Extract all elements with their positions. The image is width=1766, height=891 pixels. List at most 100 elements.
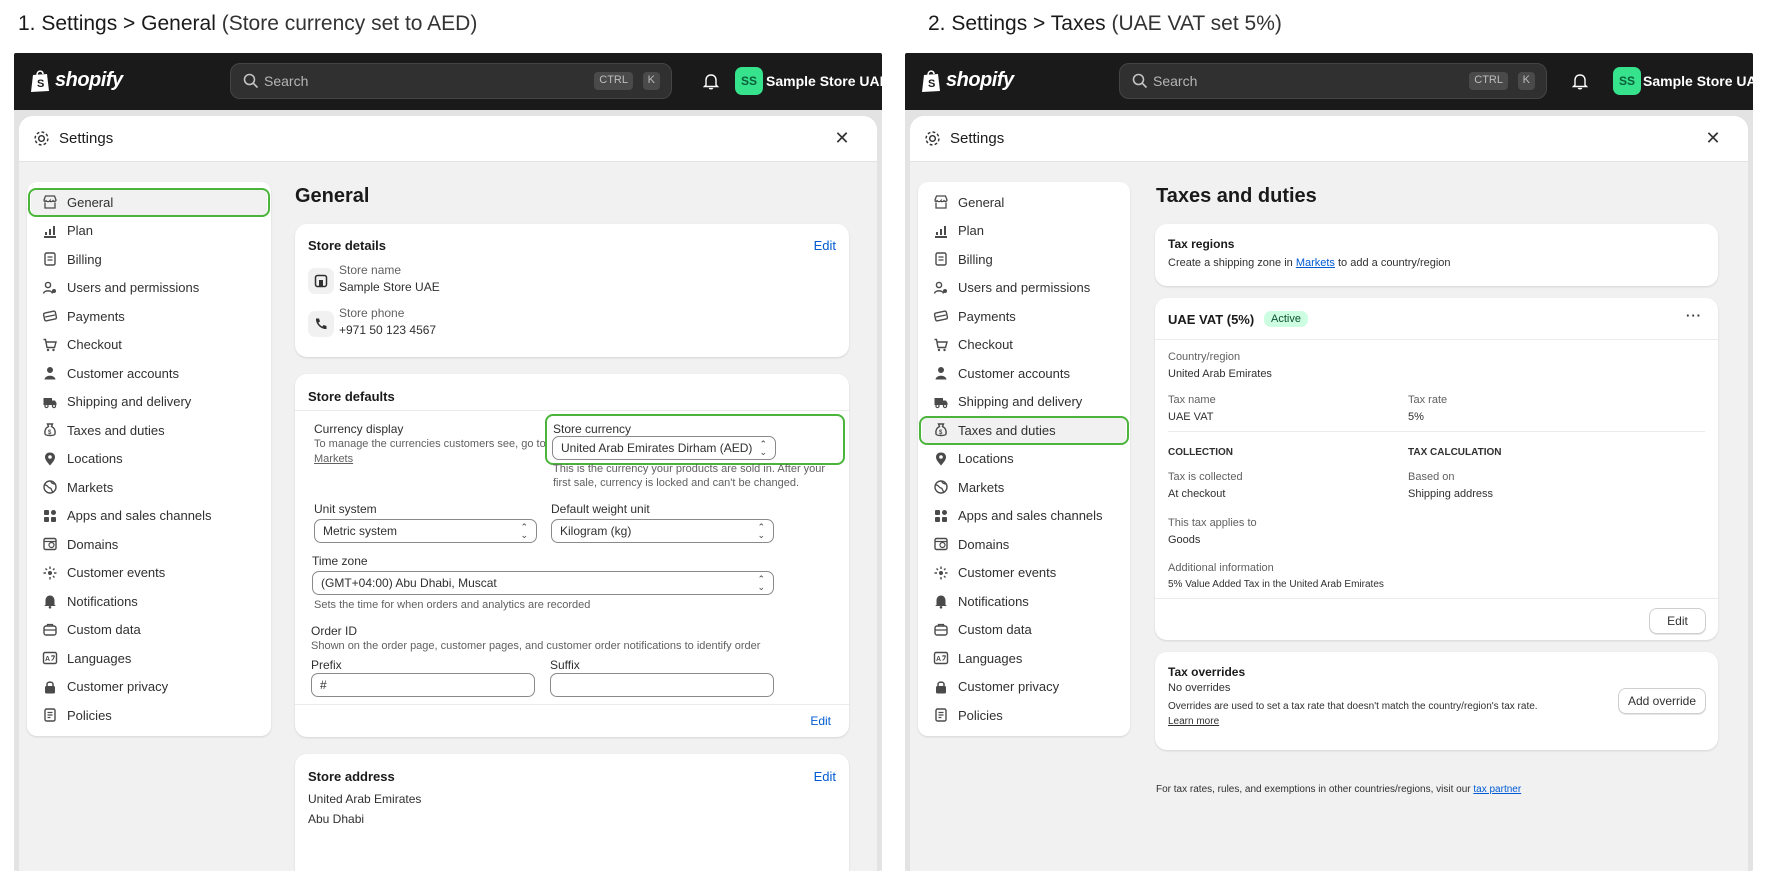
sidebar-item-customer-privacy[interactable]: Customer privacy: [31, 673, 267, 702]
modal-title: Settings: [950, 130, 1005, 147]
billing-icon: [935, 252, 947, 266]
sidebar-item-taxes-and-duties[interactable]: $ Taxes and duties: [31, 416, 267, 445]
markets-link[interactable]: Markets: [314, 453, 353, 465]
sidebar-item-label: Languages: [958, 650, 1023, 666]
sidebar-item-label: Plan: [67, 223, 94, 239]
status-badge: Active: [1264, 311, 1308, 327]
sidebar-item-plan[interactable]: Plan: [922, 217, 1126, 246]
sidebar-item-plan[interactable]: Plan: [31, 217, 267, 246]
apps-icon: [44, 509, 56, 522]
currency-display-help: To manage the currencies customers see, …: [314, 438, 546, 450]
top-bar: S shopify Search CTRL K SS Sample Store …: [14, 53, 882, 110]
domain-icon: [43, 538, 57, 551]
events-icon: [43, 566, 57, 580]
screenshot-general: S shopify Search CTRL K SS Sample Store …: [14, 53, 882, 871]
sidebar-item-users-and-permissions[interactable]: Users and permissions: [31, 274, 267, 303]
markets-link[interactable]: Markets: [1296, 257, 1335, 269]
shopify-logo[interactable]: S shopify: [921, 68, 1014, 93]
store-details-edit-link[interactable]: Edit: [814, 238, 836, 253]
sidebar-item-checkout[interactable]: Checkout: [922, 331, 1126, 360]
tax-name-value: UAE VAT: [1168, 411, 1214, 423]
sidebar-item-apps-and-sales-channels[interactable]: Apps and sales channels: [31, 502, 267, 531]
time-zone-value: (GMT+04:00) Abu Dhabi, Muscat: [321, 576, 497, 590]
sidebar-item-payments[interactable]: Payments: [922, 302, 1126, 331]
users-icon: [933, 281, 947, 294]
sidebar-item-policies[interactable]: Policies: [31, 701, 267, 730]
weight-unit-select[interactable]: Kilogram (kg) ⌃ ⌄: [551, 519, 774, 543]
truck-icon: [43, 397, 57, 408]
sidebar-item-label: Notifications: [67, 593, 138, 609]
store-currency-select[interactable]: United Arab Emirates Dirham (AED) ⌃ ⌄: [552, 436, 776, 460]
avatar[interactable]: SS: [1613, 67, 1641, 95]
sidebar-item-apps-and-sales-channels[interactable]: Apps and sales channels: [922, 502, 1126, 531]
sidebar-item-users-and-permissions[interactable]: Users and permissions: [922, 274, 1126, 303]
sidebar-item-custom-data[interactable]: Custom data: [922, 616, 1126, 645]
store-defaults-edit-link[interactable]: Edit: [810, 714, 831, 728]
sidebar-item-shipping-and-delivery[interactable]: Shipping and delivery: [31, 388, 267, 417]
more-actions-icon[interactable]: ···: [1686, 308, 1702, 323]
language-icon: A: [42, 652, 58, 665]
sidebar-item-billing[interactable]: Billing: [31, 245, 267, 274]
sidebar-item-domains[interactable]: Domains: [31, 530, 267, 559]
sidebar-item-locations[interactable]: Locations: [922, 445, 1126, 474]
sidebar-item-label: Markets: [67, 479, 114, 495]
modal-title: Settings: [59, 130, 114, 147]
sidebar-item-general[interactable]: General: [922, 188, 1126, 217]
sidebar-item-shipping-and-delivery[interactable]: Shipping and delivery: [922, 388, 1126, 417]
learn-more-link[interactable]: Learn more: [1168, 716, 1219, 727]
card-title: Tax regions: [1168, 237, 1235, 251]
sidebar-item-markets[interactable]: Markets: [31, 473, 267, 502]
notification-bell-icon[interactable]: [1571, 72, 1589, 90]
sidebar-item-label: Checkout: [958, 337, 1013, 353]
sidebar-item-taxes-and-duties[interactable]: $ Taxes and duties: [919, 416, 1129, 445]
close-icon[interactable]: ✕: [833, 129, 851, 147]
sidebar-item-customer-events[interactable]: Customer events: [922, 559, 1126, 588]
sidebar-item-locations[interactable]: Locations: [31, 445, 267, 474]
sidebar-item-markets[interactable]: Markets: [922, 473, 1126, 502]
sidebar-item-payments[interactable]: Payments: [31, 302, 267, 331]
sidebar-item-notifications[interactable]: Notifications: [922, 587, 1126, 616]
sidebar-item-label: Domains: [67, 536, 119, 552]
address-line-2: Abu Dhabi: [308, 812, 365, 826]
store-address-edit-link[interactable]: Edit: [814, 769, 836, 784]
sidebar-item-custom-data[interactable]: Custom data: [31, 616, 267, 645]
tax-partner-link[interactable]: tax partner: [1473, 784, 1521, 795]
close-icon[interactable]: ✕: [1704, 129, 1722, 147]
suffix-input[interactable]: [550, 673, 774, 697]
sidebar-item-policies[interactable]: Policies: [922, 701, 1126, 730]
sidebar-item-languages[interactable]: A Languages: [31, 644, 267, 673]
storefront-icon: [314, 274, 328, 288]
sidebar-item-notifications[interactable]: Notifications: [31, 587, 267, 616]
select-chevron-icon: ⌃ ⌄: [520, 522, 528, 540]
store-icon: [934, 195, 948, 209]
sidebar-item-customer-privacy[interactable]: Customer privacy: [922, 673, 1126, 702]
tax-icon: $: [935, 423, 947, 437]
time-zone-select[interactable]: (GMT+04:00) Abu Dhabi, Muscat ⌃ ⌄: [312, 571, 774, 595]
phone-icon-box: [308, 311, 334, 337]
store-name-menu[interactable]: Sample Store UAE: [1643, 73, 1753, 89]
search-input[interactable]: Search CTRL K: [1119, 63, 1547, 99]
sidebar-item-general[interactable]: General: [28, 188, 270, 217]
sidebar-item-languages[interactable]: A Languages: [922, 644, 1126, 673]
prefix-input[interactable]: #: [311, 673, 535, 697]
add-override-button[interactable]: Add override: [1618, 688, 1706, 714]
sidebar-item-checkout[interactable]: Checkout: [31, 331, 267, 360]
order-id-help: Shown on the order page, customer pages,…: [311, 640, 761, 652]
caption-step-1: 1. Settings > General (Store currency se…: [18, 12, 477, 36]
sidebar-item-customer-events[interactable]: Customer events: [31, 559, 267, 588]
card-title: Store address: [308, 769, 395, 784]
notification-bell-icon[interactable]: [702, 72, 720, 90]
sidebar-item-domains[interactable]: Domains: [922, 530, 1126, 559]
caption-step-1-title: 1. Settings > General: [18, 12, 216, 35]
cart-icon: [43, 338, 57, 351]
unit-system-select[interactable]: Metric system ⌃ ⌄: [314, 519, 537, 543]
avatar[interactable]: SS: [735, 67, 763, 95]
store-name-menu[interactable]: Sample Store UAE: [766, 73, 882, 89]
sidebar-item-billing[interactable]: Billing: [922, 245, 1126, 274]
sidebar-item-customer-accounts[interactable]: Customer accounts: [922, 359, 1126, 388]
search-input[interactable]: Search CTRL K: [230, 63, 672, 99]
sidebar-item-label: Custom data: [67, 622, 141, 638]
sidebar-item-customer-accounts[interactable]: Customer accounts: [31, 359, 267, 388]
edit-vat-button[interactable]: Edit: [1649, 608, 1706, 634]
shopify-logo[interactable]: S shopify: [30, 68, 123, 93]
